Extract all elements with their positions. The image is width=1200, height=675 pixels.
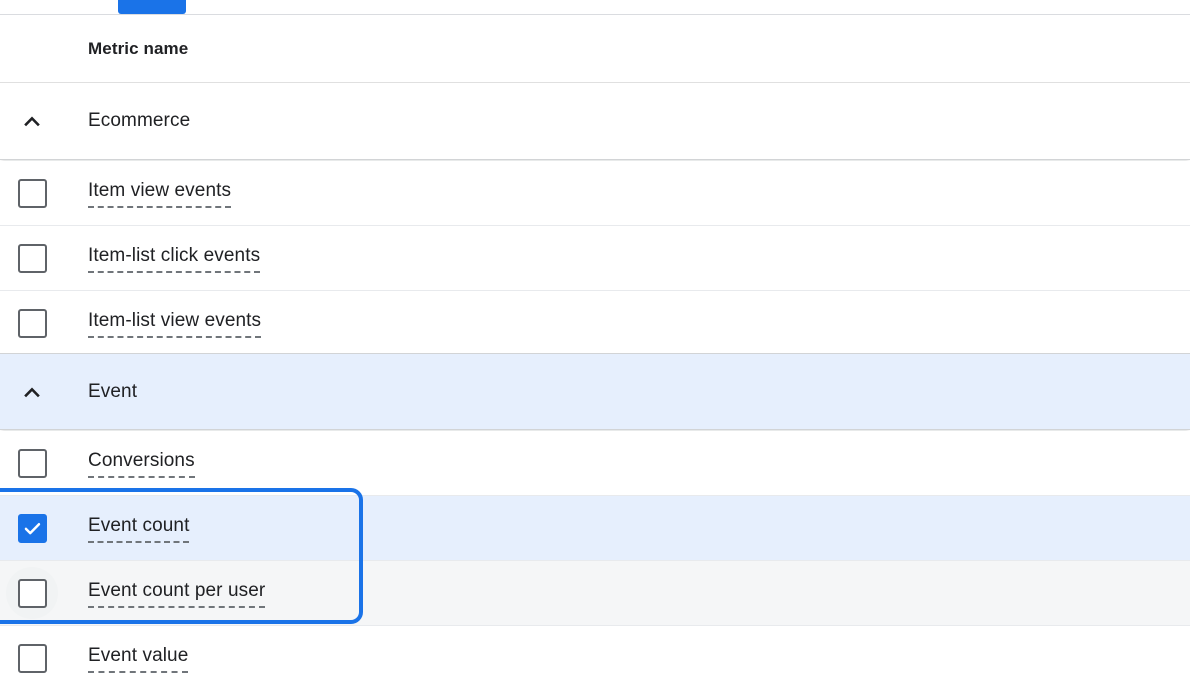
tab-strip — [0, 0, 1190, 15]
group-label-ecommerce: Ecommerce — [88, 110, 191, 131]
metric-picker-panel: Metric name Ecommerce Item view events I… — [0, 0, 1200, 675]
checkbox-event-value[interactable] — [17, 644, 47, 673]
metric-label-wrap: Event count — [88, 514, 190, 543]
checkbox-item-list-view-events[interactable] — [17, 309, 47, 338]
metric-row-event-value[interactable]: Event value — [0, 626, 1190, 675]
checkmark-icon — [24, 522, 40, 534]
checkbox-item-view-events[interactable] — [17, 178, 47, 208]
chevron-up-icon — [24, 387, 40, 397]
metric-label-conversions: Conversions — [88, 449, 195, 478]
group-header-ecommerce[interactable]: Ecommerce — [0, 83, 1190, 160]
chevron-up-icon — [24, 116, 40, 127]
checkbox-cell[interactable] — [0, 243, 64, 273]
ecommerce-collapse-toggle[interactable] — [0, 108, 64, 134]
metric-row-event-count-per-user[interactable]: Event count per user — [0, 561, 1190, 626]
metric-label-item-view-events: Item view events — [88, 179, 232, 208]
checkbox-event-count-per-user[interactable] — [17, 578, 47, 608]
checkbox-cell[interactable] — [0, 178, 64, 208]
metric-label-wrap: Conversions — [88, 449, 195, 478]
group-header-event[interactable]: Event — [0, 353, 1190, 430]
checkbox-event-count[interactable] — [17, 513, 47, 543]
event-collapse-toggle[interactable] — [0, 379, 64, 405]
checkbox-cell[interactable] — [0, 644, 64, 673]
metric-label-wrap: Item-list view events — [88, 309, 262, 338]
metric-label-item-list-click-events: Item-list click events — [88, 244, 261, 273]
metric-row-event-count[interactable]: Event count — [0, 496, 1190, 561]
checkbox-conversions[interactable] — [17, 448, 47, 478]
metric-row-conversions[interactable]: Conversions — [0, 431, 1190, 496]
checkbox-item-list-click-events[interactable] — [17, 243, 47, 273]
column-header-metric-name: Metric name — [88, 38, 189, 58]
metric-label-wrap: Item view events — [88, 179, 232, 208]
checkbox-cell[interactable] — [0, 448, 64, 478]
metric-label-wrap: Event value — [88, 644, 189, 673]
right-gutter — [1190, 0, 1200, 675]
active-tab-indicator[interactable] — [118, 0, 186, 14]
metric-row-item-list-view-events[interactable]: Item-list view events — [0, 291, 1190, 356]
metric-label-event-count: Event count — [88, 514, 190, 543]
checkbox-cell[interactable] — [0, 567, 64, 619]
metric-label-wrap: Item-list click events — [88, 244, 261, 273]
metric-label-event-count-per-user: Event count per user — [88, 579, 266, 608]
metric-label-event-value: Event value — [88, 644, 189, 673]
group-label-event: Event — [88, 380, 138, 402]
metric-label-item-list-view-events: Item-list view events — [88, 309, 262, 338]
checkbox-cell[interactable] — [0, 309, 64, 338]
metric-label-wrap: Event count per user — [88, 579, 266, 608]
checkbox-cell[interactable] — [0, 513, 64, 543]
metric-row-item-list-click-events[interactable]: Item-list click events — [0, 226, 1190, 291]
column-header-row: Metric name — [0, 15, 1190, 83]
metric-row-item-view-events[interactable]: Item view events — [0, 161, 1190, 226]
